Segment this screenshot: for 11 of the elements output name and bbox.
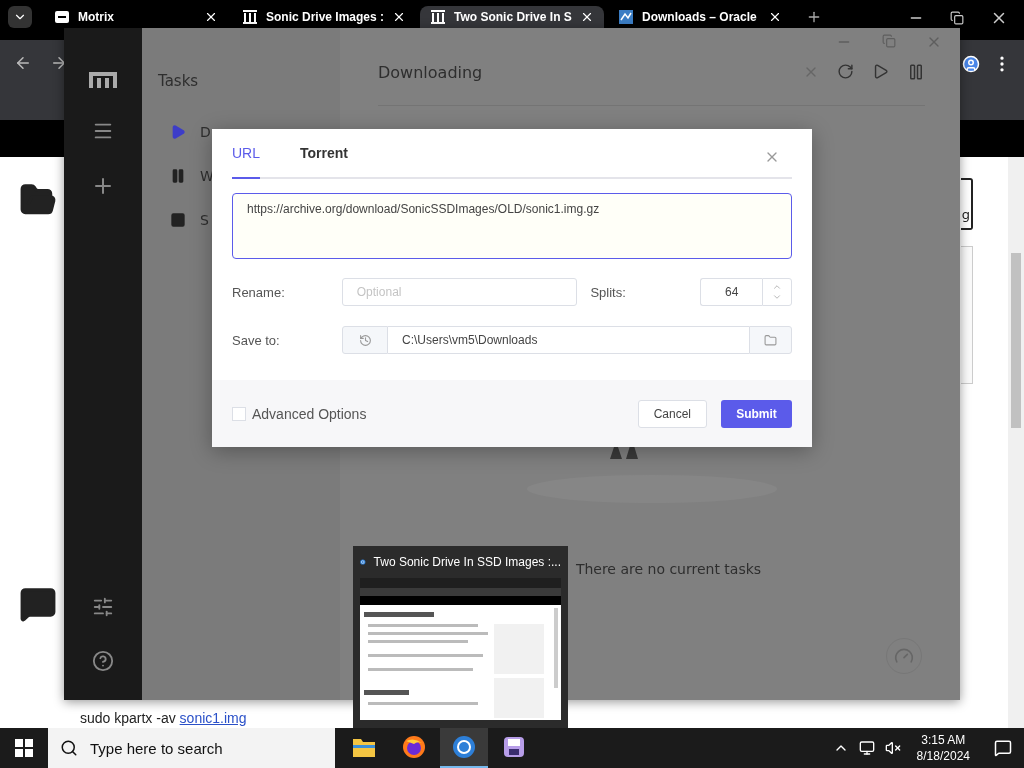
advanced-options-label: Advanced Options <box>252 405 367 422</box>
command-text: sudo kpartx -av sonic1.img <box>80 710 248 726</box>
save-to-label: Save to: <box>232 332 281 348</box>
rename-label: Rename: <box>232 284 286 300</box>
date-text: 8/18/2024 <box>916 748 970 764</box>
empty-message: There are no current tasks <box>575 561 762 577</box>
panel-title: Tasks <box>158 72 200 90</box>
time-text: 3:15 AM <box>921 732 966 748</box>
splits-label: Splits: <box>590 284 627 300</box>
list-title: Downloading <box>378 62 483 82</box>
preview-title: Two Sonic Drive In SSD Images :... <box>373 555 561 569</box>
